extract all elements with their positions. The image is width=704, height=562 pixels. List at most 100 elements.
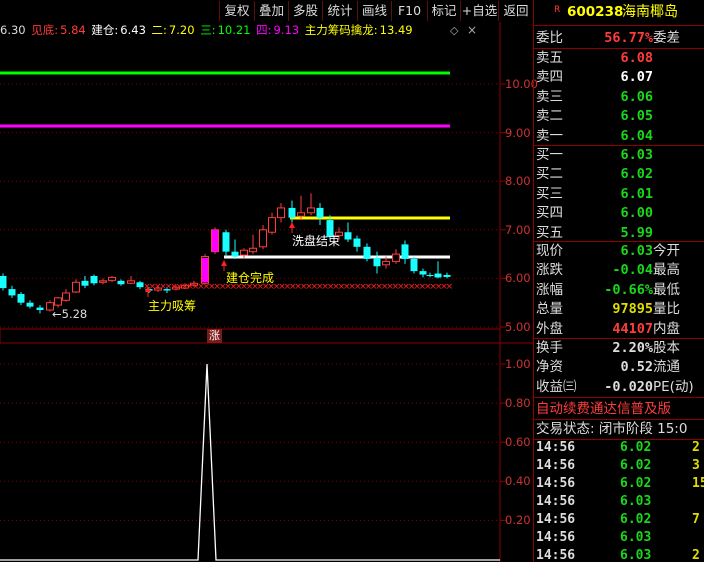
buy-label: 买二 <box>536 166 563 183</box>
fund-label: 换手 <box>536 340 563 356</box>
tick-time: 14:56 <box>536 548 576 562</box>
quote-value: -0.04 <box>612 262 653 279</box>
candle-body <box>36 307 44 310</box>
buy-label: 买三 <box>536 185 563 202</box>
quote-value: -0.66% <box>604 281 653 298</box>
candle-body <box>382 260 390 266</box>
quote-label2: 内盘 <box>653 320 680 337</box>
price-axis-label: 9.00 <box>505 125 531 140</box>
quote-label: 总量 <box>536 301 563 318</box>
weibi-value: 56.77% <box>604 30 653 46</box>
candle-body <box>99 280 107 283</box>
marker-x: × <box>446 282 454 292</box>
candle-body <box>259 229 267 248</box>
price-axis-label: 5.00 <box>505 320 531 334</box>
candle-body <box>443 274 451 277</box>
tick-time: 14:56 <box>536 530 576 545</box>
candle-body <box>222 232 230 252</box>
tick-row: 14:56 6.02 3 <box>534 457 704 475</box>
fund-label2: 股本 <box>653 340 680 356</box>
candle-body <box>288 207 296 218</box>
candle-body <box>26 302 34 307</box>
candle-body <box>54 297 62 306</box>
tick-row: 14:56 6.02 7 <box>534 511 704 529</box>
xipan-annotation: 洗盘结束 <box>292 234 341 248</box>
price-axis-label: 8.00 <box>505 174 531 189</box>
quote-label2: 今开 <box>653 243 680 259</box>
quote-value: 44107 <box>612 320 653 337</box>
up-arrow-icon <box>221 260 227 266</box>
sell-value: 6.07 <box>620 69 653 86</box>
weicha-label: 委差 <box>653 30 680 46</box>
tick-time: 14:56 <box>536 458 576 473</box>
tick-row: 14:56 6.03 2 <box>534 547 704 562</box>
quote-value: 6.03 <box>620 243 653 259</box>
candle-body <box>249 247 257 253</box>
candle-body <box>81 280 89 286</box>
candle-body <box>363 246 371 259</box>
fund-value: 0.52 <box>620 359 653 376</box>
fund-label2: 流通 <box>653 359 680 376</box>
sell-label: 卖二 <box>536 108 563 125</box>
sell-row: 卖五 6.08 <box>534 48 704 68</box>
buy-value: 6.01 <box>620 185 653 202</box>
quote-row: 涨跌 -0.04 最高 <box>534 260 704 280</box>
weibi-label: 委比 <box>536 30 563 46</box>
quote-label: 涨跌 <box>536 262 563 279</box>
buy-value: 6.00 <box>620 205 653 222</box>
jiancang-annotation: 建仓完成 <box>226 271 275 285</box>
buy-row: 买一 6.03 <box>534 145 704 165</box>
zhuli-label: 主力吸筹 <box>148 299 197 313</box>
sell-row: 卖四 6.07 <box>534 67 704 87</box>
tick-price: 6.03 <box>620 530 652 545</box>
tick-time: 14:56 <box>536 440 576 455</box>
candle-body <box>316 207 324 218</box>
candle-body <box>8 289 16 296</box>
quote-label2: 最高 <box>653 262 680 279</box>
tick-price: 6.02 <box>620 512 652 527</box>
quote-label: 现价 <box>536 243 563 259</box>
stock-code: 600238 <box>567 4 624 20</box>
tick-time: 14:56 <box>536 494 576 509</box>
up-arrow-icon <box>289 222 295 228</box>
promo-banner[interactable]: 自动续费通达信普及版 <box>536 399 704 419</box>
stock-header: R 600238 海南椰岛 <box>534 2 704 22</box>
tick-qty: 2 <box>692 548 700 562</box>
sell-row: 卖二 6.05 <box>534 106 704 126</box>
fund-row: 换手 2.20% 股本 <box>534 338 704 358</box>
candle-body <box>307 207 315 214</box>
tick-time: 14:56 <box>536 512 576 527</box>
trade-status: 交易状态: 闭市阶段 15:0 <box>536 421 688 437</box>
fund-label: 净资 <box>536 359 563 376</box>
candle-body <box>434 273 442 278</box>
candle-body <box>127 280 135 284</box>
buy-label: 买一 <box>536 147 563 163</box>
candle-body <box>344 232 352 240</box>
quote-row: 涨幅 -0.66% 最低 <box>534 280 704 300</box>
candle-body <box>108 276 116 281</box>
indicator-spike <box>0 363 500 561</box>
tick-row: 14:56 6.03 <box>534 493 704 511</box>
quote-label: 外盘 <box>536 320 563 337</box>
price-axis-label: 7.00 <box>505 222 531 237</box>
candle-body <box>277 207 285 219</box>
buy-label: 买五 <box>536 224 563 241</box>
low-price-value: 5.28 <box>61 307 88 321</box>
sell-value: 6.05 <box>620 108 653 125</box>
tick-qty: 7 <box>692 512 700 527</box>
signal-bar <box>202 257 208 283</box>
tick-time: 14:56 <box>536 476 576 491</box>
candle-body <box>0 275 7 289</box>
candle-body <box>392 253 400 262</box>
quote-label2: 量比 <box>653 301 680 318</box>
lower-axis-label: 0.80 <box>505 396 531 411</box>
sell-value: 6.04 <box>620 127 653 144</box>
lower-axis-label: 0.40 <box>505 474 531 489</box>
price-axis-label: 6.00 <box>505 271 531 286</box>
candle-body <box>240 249 248 256</box>
buy-value: 6.03 <box>620 147 653 163</box>
low-price-label: ←5.28 <box>52 307 88 321</box>
quote-panel: R 600238 海南椰岛 委比 56.77% 委差 卖五 6.08 卖四 6.07 卖… <box>533 0 704 562</box>
sell-value: 6.08 <box>620 50 653 66</box>
candle-body <box>297 212 305 217</box>
